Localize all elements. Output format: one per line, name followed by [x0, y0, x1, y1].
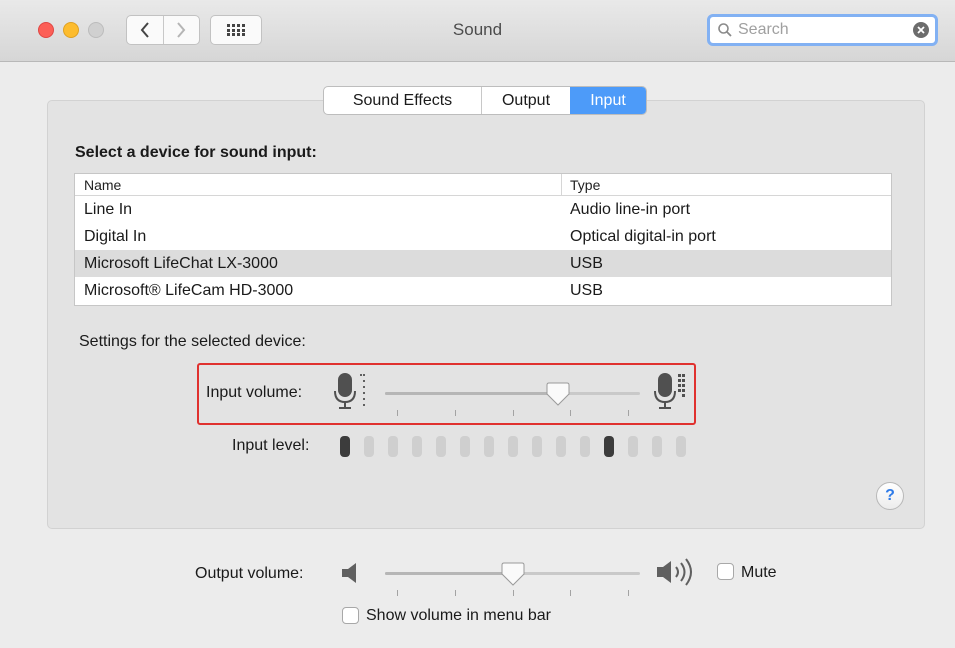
table-row[interactable]: Microsoft® LifeCam HD-3000 USB	[75, 277, 891, 304]
show-volume-in-menubar-checkbox[interactable]	[342, 607, 359, 624]
search-input[interactable]	[738, 21, 898, 39]
slider-tick	[512, 410, 514, 416]
level-segment	[412, 436, 422, 457]
output-volume-label: Output volume:	[195, 565, 304, 582]
device-name: Digital In	[84, 227, 147, 245]
speaker-high-icon	[657, 558, 692, 586]
level-segment	[604, 436, 614, 457]
navigation-buttons	[126, 15, 200, 45]
tab-output[interactable]: Output	[481, 87, 570, 114]
level-segment	[388, 436, 398, 457]
slider-tick	[570, 590, 572, 596]
search-field[interactable]	[707, 14, 938, 46]
speaker-low-icon	[342, 563, 356, 583]
device-type: Audio line-in port	[570, 200, 691, 218]
tab-input[interactable]: Input	[570, 87, 646, 114]
minimize-window-button[interactable]	[63, 22, 79, 38]
grid-icon	[227, 24, 245, 36]
table-row-selected[interactable]: Microsoft LifeChat LX-3000 USB	[75, 250, 891, 277]
level-segment	[340, 436, 350, 457]
slider-tick	[454, 410, 456, 416]
level-segment	[508, 436, 518, 457]
forward-button[interactable]	[162, 16, 199, 44]
slider-tick	[628, 410, 629, 416]
device-type: USB	[570, 281, 603, 299]
device-name: Microsoft LifeChat LX-3000	[84, 254, 278, 272]
slider-tick	[397, 410, 398, 416]
level-segment	[460, 436, 470, 457]
level-segment	[484, 436, 494, 457]
device-type: Optical digital-in port	[570, 227, 716, 245]
show-all-button[interactable]	[210, 15, 262, 45]
level-segment	[532, 436, 542, 457]
chevron-left-icon	[140, 22, 149, 38]
slider-tick	[628, 590, 629, 596]
slider-tick	[454, 590, 456, 596]
zoom-window-button[interactable]	[88, 22, 104, 38]
slider-tick	[570, 410, 572, 416]
input-volume-slider[interactable]	[385, 392, 640, 395]
device-type: USB	[570, 254, 603, 272]
input-volume-knob[interactable]	[546, 381, 570, 407]
table-header: Name Type	[75, 174, 891, 196]
level-segment	[364, 436, 374, 457]
output-volume-fill	[385, 572, 513, 575]
title-bar: Sound	[0, 0, 955, 62]
level-segment	[580, 436, 590, 457]
input-level-label: Input level:	[232, 437, 310, 454]
level-segment	[652, 436, 662, 457]
input-volume-label: Input volume:	[206, 384, 303, 401]
slider-tick	[397, 590, 398, 596]
device-section-title: Select a device for sound input:	[75, 144, 317, 161]
chevron-right-icon	[177, 22, 186, 38]
output-volume-knob[interactable]	[501, 561, 525, 587]
mute-label[interactable]: Mute	[741, 564, 777, 582]
input-level-meter	[340, 436, 700, 457]
column-header-type[interactable]: Type	[562, 174, 891, 195]
slider-tick	[512, 590, 514, 596]
clear-search-button[interactable]	[913, 22, 929, 38]
tab-bar: Sound Effects Output Input	[323, 86, 647, 115]
device-name: Microsoft® LifeCam HD-3000	[84, 281, 294, 299]
input-volume-fill	[385, 392, 559, 395]
level-segment	[436, 436, 446, 457]
close-icon	[917, 26, 925, 34]
search-icon	[718, 23, 732, 37]
back-button[interactable]	[127, 16, 163, 44]
level-segment	[556, 436, 566, 457]
help-button[interactable]: ?	[876, 482, 904, 510]
microphone-high-icon	[654, 373, 685, 409]
device-name: Line In	[84, 200, 133, 218]
table-row[interactable]: Digital In Optical digital-in port	[75, 223, 891, 250]
level-segment	[628, 436, 638, 457]
microphone-low-icon	[334, 373, 365, 409]
show-volume-in-menubar-label[interactable]: Show volume in menu bar	[366, 607, 551, 625]
mute-checkbox[interactable]	[717, 563, 734, 580]
column-header-name[interactable]: Name	[75, 174, 562, 195]
close-window-button[interactable]	[38, 22, 54, 38]
level-segment	[676, 436, 686, 457]
settings-title: Settings for the selected device:	[79, 333, 306, 350]
input-device-table: Name Type Line In Audio line-in port Dig…	[74, 173, 892, 306]
table-row[interactable]: Line In Audio line-in port	[75, 196, 891, 223]
tab-sound-effects[interactable]: Sound Effects	[324, 87, 481, 114]
tab-panel	[47, 100, 925, 529]
